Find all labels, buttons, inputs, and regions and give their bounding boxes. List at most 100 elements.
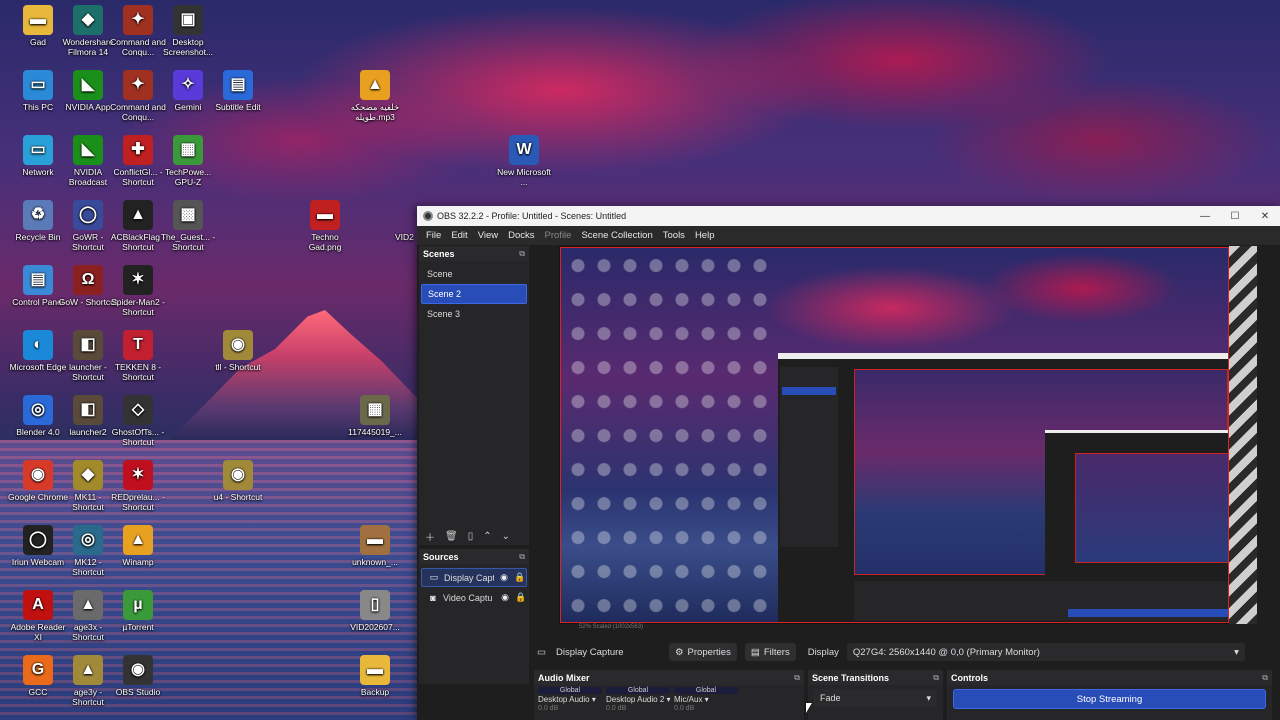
selected-source: ▭ Display Capture [529, 647, 669, 658]
eye-icon[interactable]: ◉ [499, 592, 511, 603]
eye-icon[interactable]: ◉ [498, 572, 510, 583]
desktop-icon-newword[interactable]: W New Microsoft ... [494, 135, 554, 187]
scene-label: Scene [427, 269, 453, 279]
desktop-icon-redprelaunch[interactable]: ✶ REDprelau... - Shortcut [108, 460, 168, 512]
mixer-channel-mic-aux[interactable]: Mic/Aux ▾ [674, 695, 738, 704]
desktop-icon-obs[interactable]: ◉ OBS Studio [108, 655, 168, 697]
menu-help[interactable]: Help [690, 230, 720, 241]
dock-popout-icon[interactable]: ⧉ [1262, 673, 1268, 683]
desktop-icon-tll[interactable]: ◉ tll - Shortcut [208, 330, 268, 372]
menu-bar: File Edit View Docks Profile Scene Colle… [417, 226, 1280, 245]
scene-transitions-dock: Scene Transitions ⧉ Fade ▾ [808, 670, 943, 720]
dock-popout-icon[interactable]: ⧉ [933, 673, 939, 683]
filter-icon[interactable]: ▯ [468, 531, 474, 542]
preview-nested-obs [778, 353, 1228, 622]
desktop-icon-mp3[interactable]: ▲ خلفيه مضحكه طويله.mp3 [345, 70, 405, 122]
move-up-icon[interactable]: ⌃ [483, 531, 491, 542]
desktop-icon-u4[interactable]: ◉ u4 - Shortcut [208, 460, 268, 502]
winamp-icon: ▲ [123, 525, 153, 555]
source-item-video-capture[interactable]: ◙ Video Captu ◉ 🔒 [421, 588, 527, 607]
blender-icon: ◎ [23, 395, 53, 425]
desktop-icon-vid2[interactable]: ▯ VID202607... [345, 590, 405, 632]
source-label: Video Captu [443, 592, 493, 603]
desktop-icon-gpuz[interactable]: ▦ TechPowe... GPU-Z [158, 135, 218, 187]
menu-profile[interactable]: Profile [540, 230, 577, 241]
trash-icon[interactable]: 🗑 [445, 531, 458, 542]
desktop-icon-screenshot[interactable]: ▣ Desktop Screenshot... [158, 5, 218, 57]
age3y-icon: ▲ [73, 655, 103, 685]
menu-docks[interactable]: Docks [503, 230, 539, 241]
transition-select[interactable]: Fade ▾ [814, 689, 937, 707]
desktop-icon-utorrent[interactable]: µ µTorrent [108, 590, 168, 632]
menu-scene-collection[interactable]: Scene Collection [576, 230, 657, 241]
dock-popout-icon[interactable]: ⧉ [794, 673, 800, 683]
desktop-icon-spiderman[interactable]: ✶ Spider-Man2 - Shortcut [108, 265, 168, 317]
display-select[interactable]: Q27G4: 2560x1440 @ 0,0 (Primary Monitor)… [846, 643, 1245, 661]
filmora-icon: ◆ [73, 5, 103, 35]
stop-streaming-button[interactable]: Stop Streaming [953, 689, 1266, 709]
obs-titlebar[interactable]: OBS 32.2.2 - Profile: Untitled - Scenes:… [417, 206, 1280, 226]
minimize-button[interactable]: — [1190, 211, 1220, 222]
dock-popout-icon[interactable]: ⧉ [519, 249, 525, 259]
mixer-channel-desktop-audio-2[interactable]: Desktop Audio 2 ▾ [606, 695, 671, 704]
scene-item-scene[interactable]: Scene [421, 264, 527, 284]
mixer-header: Global [674, 687, 738, 694]
tekken-icon: T [123, 330, 153, 360]
preview-area[interactable] [559, 246, 1257, 624]
menu-file[interactable]: File [421, 230, 446, 241]
menu-view[interactable]: View [473, 230, 503, 241]
scene-item-scene-2[interactable]: Scene 2 [421, 284, 527, 304]
bottom-docks: Audio Mixer ⧉ Global Global Global Deskt… [534, 670, 1280, 720]
nvidiaapp-icon: ◣ [73, 70, 103, 100]
cnc2-icon: ✦ [123, 70, 153, 100]
mixer-channel-desktop-audio[interactable]: Desktop Audio ▾ [538, 695, 602, 704]
channel-label: Desktop Audio [538, 695, 590, 704]
mixer-levels: 0.0 dB 0.0 dB 0.0 dB [534, 705, 804, 712]
add-icon[interactable]: ＋ [425, 529, 435, 544]
gow-icon: Ω [73, 265, 103, 295]
age3x-icon: ▲ [73, 590, 103, 620]
channel-level: 0.0 dB [606, 705, 627, 712]
desktop-icon-unknown[interactable]: ▬ unknown_... [345, 525, 405, 567]
desktop-icon-label: OBS Studio [115, 687, 161, 697]
menu-edit[interactable]: Edit [446, 230, 472, 241]
properties-label: Properties [687, 646, 731, 658]
scenes-toolbar: ＋ 🗑 ▯ ⌃ ⌄ [419, 527, 529, 545]
desktop-icon-label: Techno Gad.png [308, 232, 342, 252]
desktop-icon-guest[interactable]: ▩ The_Guest... - Shortcut [158, 200, 218, 252]
scenes-title: Scenes [423, 248, 455, 259]
desktop-icon-subtitle[interactable]: ▤ Subtitle Edit [208, 70, 268, 112]
desktop-icon-label: Subtitle Edit [215, 102, 261, 112]
cnc1-icon: ✦ [123, 5, 153, 35]
preview-canvas[interactable] [560, 247, 1229, 623]
filter-icon: ▤ [750, 646, 760, 658]
desktop-icon-backup[interactable]: ▬ Backup [345, 655, 405, 697]
subtitle-icon: ▤ [223, 70, 253, 100]
backup-icon: ▬ [360, 655, 390, 685]
filters-button[interactable]: ▤ Filters [744, 643, 796, 661]
maximize-button[interactable]: ☐ [1220, 211, 1250, 222]
lock-icon[interactable]: 🔒 [515, 592, 527, 603]
desktop-icon-ghost[interactable]: ◇ GhostOfTs... - Shortcut [108, 395, 168, 447]
screenshot-icon: ▣ [173, 5, 203, 35]
desktop-icon-label: Winamp [122, 557, 154, 567]
lock-icon[interactable]: 🔒 [514, 572, 526, 583]
desktop-icon-winamp[interactable]: ▲ Winamp [108, 525, 168, 567]
channel-label: Mic/Aux [674, 695, 703, 704]
move-down-icon[interactable]: ⌄ [502, 531, 510, 542]
filters-label: Filters [763, 646, 790, 658]
properties-button[interactable]: ⚙ Properties [669, 643, 737, 661]
obs-app-icon [423, 211, 433, 221]
desktop-icon-label: Spider-Man2 - Shortcut [111, 297, 165, 317]
close-button[interactable]: ✕ [1250, 211, 1280, 222]
dock-popout-icon[interactable]: ⧉ [519, 552, 525, 562]
desktop-icon-label: REDprelau... - Shortcut [111, 492, 165, 512]
source-item-display-capture[interactable]: ▭ Display Capt ◉ 🔒 [421, 568, 527, 587]
desktop-icon-techno[interactable]: ▬ Techno Gad.png [295, 200, 355, 252]
desktop-icon-vid1[interactable]: ▦ 117445019_... [345, 395, 405, 437]
menu-tools[interactable]: Tools [658, 230, 690, 241]
window-title: OBS 32.2.2 - Profile: Untitled - Scenes:… [437, 211, 627, 221]
desktop-icon-tekken[interactable]: T TEKKEN 8 - Shortcut [108, 330, 168, 382]
unknown-icon: ▬ [360, 525, 390, 555]
scene-item-scene-3[interactable]: Scene 3 [421, 304, 527, 324]
